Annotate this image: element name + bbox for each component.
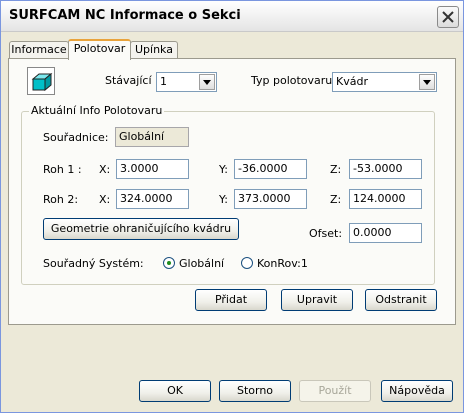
chevron-down-icon: [203, 80, 211, 85]
coordinates-field: Globální: [115, 127, 189, 147]
edit-button[interactable]: Upravit: [281, 289, 353, 311]
corner1-label: Roh 1 :: [43, 163, 82, 176]
corner1-y-value: -36.0000: [238, 162, 288, 175]
coordinate-system-label: Souřadný Systém:: [43, 257, 144, 270]
current-stock-value: 1: [160, 75, 167, 88]
corner1-z-label: Z:: [330, 163, 342, 176]
stock-type-select[interactable]: Kvádr: [332, 72, 437, 92]
ok-button-label: OK: [167, 384, 183, 397]
dropdown-button[interactable]: [419, 74, 435, 90]
corner1-z-input[interactable]: -53.0000: [349, 159, 422, 179]
corner1-y-label: Y:: [219, 163, 228, 176]
corner2-z-input[interactable]: 124.0000: [349, 189, 422, 209]
corner1-z-value: -53.0000: [353, 162, 403, 175]
chevron-down-icon: [423, 80, 431, 85]
radio-konrov[interactable]: [241, 257, 253, 269]
corner2-z-label: Z:: [330, 193, 342, 206]
radio-konrov-label[interactable]: KonRov:1: [257, 257, 308, 270]
dialog-window: SURFCAM NC Informace o Sekci Informace P…: [0, 0, 464, 413]
cancel-button-label: Storno: [236, 384, 274, 397]
corner2-label: Roh 2:: [43, 193, 79, 206]
coordinates-label: Souřadnice:: [43, 131, 109, 144]
help-button[interactable]: Nápověda: [381, 380, 453, 402]
remove-button[interactable]: Odstranit: [365, 289, 437, 311]
corner1-x-label: X:: [99, 163, 111, 176]
tab-informace[interactable]: Informace: [9, 41, 69, 59]
bounding-box-button-label: Geometrie ohraničujícího kvádru: [50, 222, 232, 235]
add-button[interactable]: Přidat: [195, 289, 267, 311]
corner2-y-label: Y:: [219, 193, 228, 206]
close-button[interactable]: [437, 6, 459, 28]
edit-button-label: Upravit: [296, 293, 338, 306]
tab-label: Polotovar: [73, 42, 126, 55]
radio-global[interactable]: [163, 257, 175, 269]
tab-label: Informace: [11, 43, 67, 56]
stock-type-button[interactable]: [27, 67, 55, 95]
corner2-x-value: 324.0000: [120, 192, 173, 205]
corner2-y-value: 373.0000: [238, 192, 291, 205]
tab-upinka[interactable]: Upínka: [130, 41, 178, 59]
bounding-box-button[interactable]: Geometrie ohraničujícího kvádru: [43, 218, 239, 240]
corner1-x-input[interactable]: 3.0000: [116, 159, 189, 179]
title-bar[interactable]: SURFCAM NC Informace o Sekci: [1, 1, 463, 32]
box-stock-icon: [31, 72, 53, 92]
corner2-x-label: X:: [99, 193, 111, 206]
corner1-x-value: 3.0000: [120, 162, 159, 175]
corner2-x-input[interactable]: 324.0000: [116, 189, 189, 209]
offset-label: Ofset:: [309, 227, 343, 240]
radio-global-label[interactable]: Globální: [179, 257, 224, 270]
apply-button-label: Použít: [318, 384, 352, 397]
stock-type-value: Kvádr: [336, 75, 368, 88]
apply-button[interactable]: Použít: [299, 380, 371, 402]
current-stock-select[interactable]: 1: [156, 72, 217, 92]
coordinates-value: Globální: [119, 130, 165, 143]
offset-input[interactable]: 0.0000: [349, 223, 422, 243]
dropdown-button[interactable]: [199, 74, 215, 90]
current-stock-label: Stávající: [105, 74, 152, 87]
ok-button[interactable]: OK: [139, 380, 211, 402]
group-title: Aktuální Info Polotovaru: [29, 104, 165, 117]
corner2-y-input[interactable]: 373.0000: [234, 189, 307, 209]
tab-polotovar[interactable]: Polotovar: [68, 39, 131, 60]
help-button-label: Nápověda: [389, 384, 445, 397]
corner2-z-value: 124.0000: [353, 192, 406, 205]
remove-button-label: Odstranit: [375, 293, 427, 306]
offset-value: 0.0000: [353, 226, 392, 239]
stock-type-label: Typ polotovaru:: [251, 74, 336, 87]
tab-label: Upínka: [135, 43, 173, 56]
cancel-button[interactable]: Storno: [219, 380, 291, 402]
corner1-y-input[interactable]: -36.0000: [234, 159, 307, 179]
close-icon: [442, 11, 454, 23]
window-title: SURFCAM NC Informace o Sekci: [9, 8, 241, 23]
add-button-label: Přidat: [214, 293, 248, 306]
